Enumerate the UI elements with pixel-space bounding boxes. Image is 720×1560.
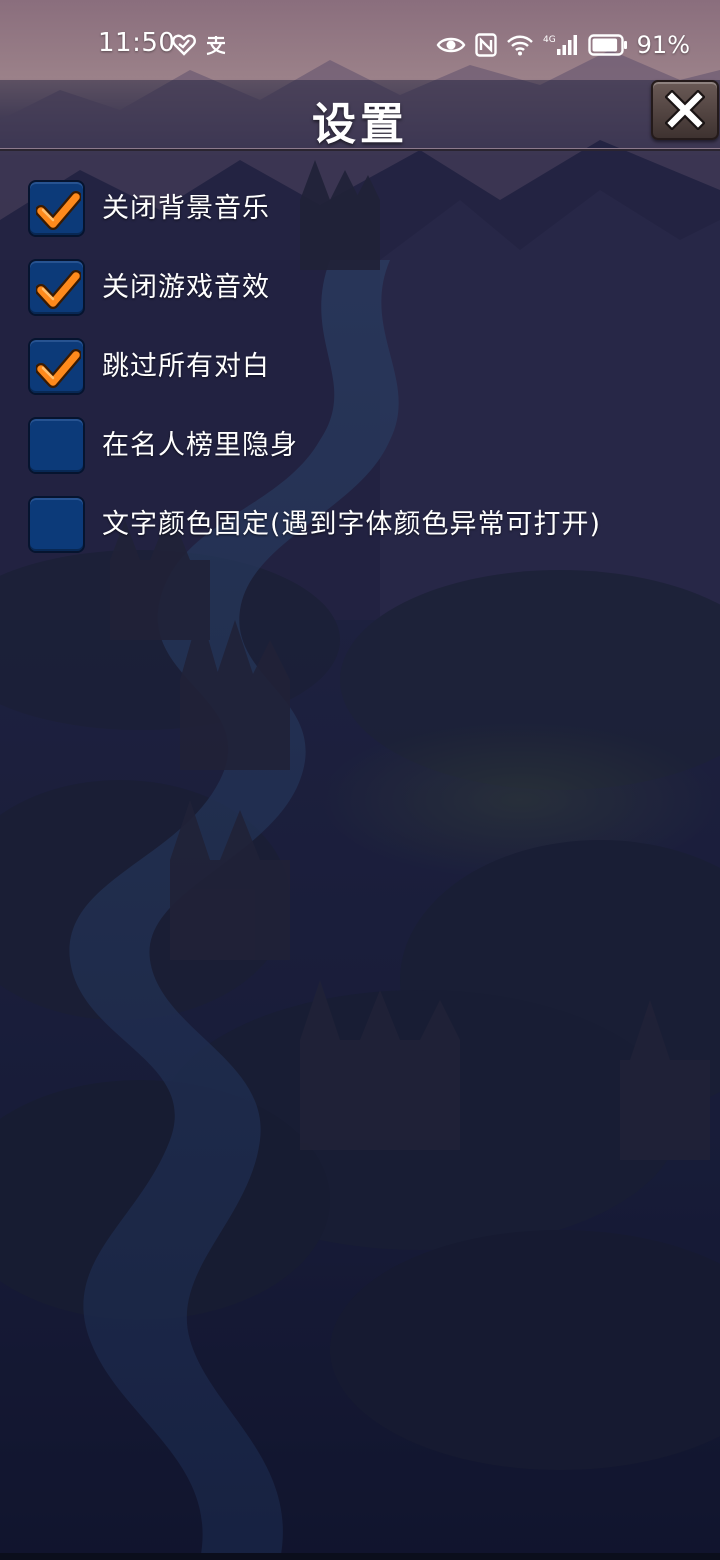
checkmark-icon (36, 191, 81, 230)
setting-fixed-text-color[interactable]: 文字颜色固定(遇到字体颜色异常可打开) (0, 486, 720, 565)
checkbox[interactable] (28, 180, 85, 237)
close-button[interactable] (651, 80, 719, 140)
wifi-icon (506, 35, 533, 56)
setting-label: 跳过所有对白 (102, 351, 270, 382)
page-title: 设置 (312, 99, 408, 150)
settings-screen: 11:50 4G 91% 设置 关闭背景音乐 关闭游戏音效 跳过所有对白 在名人… (0, 0, 720, 1560)
setting-label: 关闭游戏音效 (102, 272, 270, 303)
svg-text:4G: 4G (543, 35, 556, 45)
status-left-icons (172, 30, 228, 60)
setting-hide-in-leaderboard[interactable]: 在名人榜里隐身 (0, 407, 720, 486)
settings-list: 关闭背景音乐 关闭游戏音效 跳过所有对白 在名人榜里隐身 文字颜色固定(遇到字体… (0, 170, 720, 565)
nfc-icon (474, 33, 497, 57)
setting-close-sfx[interactable]: 关闭游戏音效 (0, 249, 720, 328)
signal-4g-icon: 4G (543, 35, 577, 55)
bottom-edge (0, 1553, 720, 1560)
settings-header: 设置 (0, 80, 720, 152)
alipay-icon (206, 36, 226, 56)
checkbox[interactable] (28, 259, 85, 316)
status-time: 11:50 (98, 28, 176, 58)
setting-label: 关闭背景音乐 (102, 193, 270, 224)
heart-check-icon (172, 34, 196, 56)
setting-label: 在名人榜里隐身 (102, 430, 298, 461)
status-bar: 11:50 4G 91% (0, 0, 720, 80)
setting-close-bgm[interactable]: 关闭背景音乐 (0, 170, 720, 249)
status-right-icons: 4G 91% (436, 30, 690, 60)
setting-skip-dialogue[interactable]: 跳过所有对白 (0, 328, 720, 407)
battery-percent: 91% (636, 31, 690, 59)
checkbox[interactable] (28, 417, 85, 474)
close-x-icon (665, 90, 705, 130)
battery-icon (587, 34, 627, 56)
header-divider (0, 148, 720, 151)
checkmark-icon (36, 270, 81, 309)
checkmark-icon (36, 349, 81, 388)
setting-label: 文字颜色固定(遇到字体颜色异常可打开) (102, 509, 602, 540)
checkbox[interactable] (28, 496, 85, 553)
eye-icon (436, 37, 466, 53)
checkbox[interactable] (28, 338, 85, 395)
